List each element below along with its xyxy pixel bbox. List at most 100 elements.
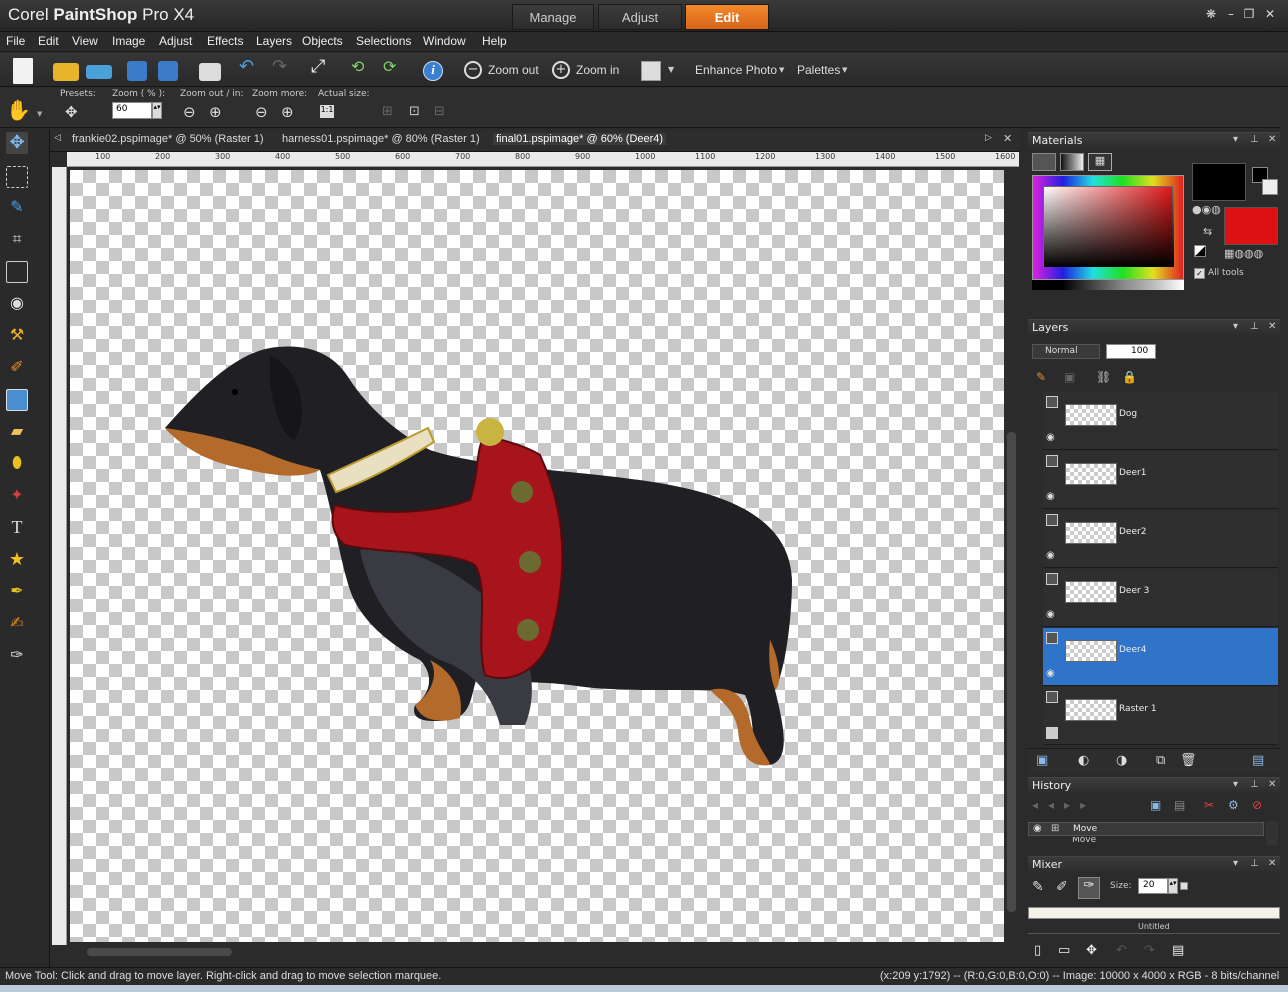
mixer-new-icon[interactable]: ▯	[1034, 943, 1041, 958]
grayscale-strip[interactable]	[1032, 280, 1184, 290]
history-snapshot-icon[interactable]: ▣	[1150, 798, 1161, 812]
zoom-input[interactable]: 60	[112, 102, 152, 119]
pen-tool-icon[interactable]: ✒	[6, 581, 28, 603]
tab-frankie02[interactable]: frankie02.pspimage* @ 50% (Raster 1)	[72, 133, 264, 145]
tab-manage[interactable]: Manage	[512, 4, 594, 30]
open-folder-icon[interactable]	[53, 63, 79, 81]
layer-row[interactable]: Deer1 ◉	[1043, 451, 1278, 509]
history-batch-icon[interactable]: ⚙	[1228, 798, 1239, 812]
mask-icon[interactable]: ◑	[1116, 753, 1127, 768]
settings-icon[interactable]: ❋	[1203, 7, 1219, 21]
eye-icon[interactable]: ◉	[1046, 550, 1055, 561]
palettes-menu[interactable]: Palettes	[797, 63, 840, 77]
picture-tube-icon[interactable]	[6, 389, 28, 411]
layer-row-selected[interactable]: Deer4 ◉	[1043, 628, 1278, 686]
color-replacer-icon[interactable]: ✦	[6, 485, 28, 507]
menu-selections[interactable]: Selections	[356, 34, 411, 48]
reset-colors-icon[interactable]	[1194, 245, 1206, 257]
mixer-size-dropdown[interactable]	[1180, 882, 1188, 890]
blend-mode-select[interactable]: Normal	[1032, 344, 1100, 359]
horizontal-scrollbar[interactable]	[67, 945, 1019, 959]
bg-style-icons[interactable]: ▦◍◍◍	[1224, 247, 1263, 260]
vertical-scroll-thumb[interactable]	[1007, 432, 1016, 912]
menu-adjust[interactable]: Adjust	[159, 34, 192, 48]
opacity-input[interactable]: 100	[1106, 344, 1156, 359]
link-icon[interactable]: ⛓	[1096, 370, 1111, 384]
selection-tool-icon[interactable]	[6, 166, 28, 188]
pan-tool-icon[interactable]: ✋	[6, 98, 31, 122]
history-delete-icon[interactable]: ⊘	[1252, 798, 1262, 812]
image-canvas[interactable]	[70, 170, 1004, 942]
layer-properties-icon[interactable]: ▤	[1252, 753, 1264, 768]
history-scrollbar[interactable]	[1266, 822, 1278, 846]
mixer-save-icon[interactable]: ▤	[1172, 943, 1184, 958]
redo-icon[interactable]: ↷	[272, 56, 287, 77]
tab-final01[interactable]: final01.pspimage* @ 60% (Deer4)	[493, 133, 667, 145]
rotate-right-icon[interactable]: ⟳	[383, 57, 396, 77]
tab-edit[interactable]: Edit	[685, 4, 769, 30]
history-item[interactable]: ◉ ⊞ Move	[1028, 822, 1264, 836]
text-tool-icon[interactable]: T	[6, 517, 28, 539]
eye-icon[interactable]: ◉	[1033, 823, 1042, 834]
restore-icon[interactable]: ❐	[1241, 7, 1257, 21]
scanner-icon[interactable]	[86, 65, 112, 79]
tab-harness01[interactable]: harness01.pspimage* @ 80% (Raster 1)	[282, 133, 480, 145]
swap-colors-icon[interactable]: ⇆	[1203, 225, 1212, 238]
layer-row[interactable]: Deer 3 ◉	[1043, 569, 1278, 627]
panel-menu-icon[interactable]: ▾	[1233, 134, 1238, 145]
all-tools-checkbox[interactable]: ✓	[1194, 268, 1205, 279]
menu-edit[interactable]: Edit	[38, 34, 59, 48]
close-document-icon[interactable]: ✕	[1003, 132, 1012, 145]
menu-help[interactable]: Help	[482, 34, 507, 48]
move-tool-icon[interactable]: ✥	[6, 132, 28, 154]
zoom-in-small-icon[interactable]: ⊕	[209, 103, 222, 121]
mixer-navigate-icon[interactable]: ✥	[1086, 943, 1097, 958]
foreground-swatch[interactable]	[1192, 163, 1246, 201]
background-swatch[interactable]	[1224, 207, 1278, 245]
close-icon[interactable]: ✕	[1268, 779, 1276, 790]
new-layer-icon[interactable]: ✎	[1036, 370, 1046, 384]
actual-size-icon[interactable]: 1:1	[320, 105, 334, 118]
close-icon[interactable]: ✕	[1262, 7, 1278, 21]
new-raster-layer-icon[interactable]: ▣	[1036, 753, 1048, 768]
fill-tool-icon[interactable]: ⬮	[6, 453, 28, 475]
mixer-open-icon[interactable]: ▭	[1058, 943, 1070, 958]
eye-icon[interactable]: ◉	[1046, 432, 1055, 443]
tab-frame-icon[interactable]	[1032, 153, 1056, 171]
lock-icon[interactable]: 🔒	[1122, 370, 1137, 384]
delete-layer-icon[interactable]: 🗑	[1180, 753, 1197, 768]
menu-view[interactable]: View	[72, 34, 98, 48]
dropper-tool-icon[interactable]: ✎	[6, 197, 28, 219]
paint-brush-icon[interactable]: ✐	[6, 357, 28, 379]
red-eye-tool-icon[interactable]: ◉	[6, 293, 28, 315]
zoom-in-button[interactable]: Zoom in	[576, 63, 619, 77]
close-icon[interactable]: ✕	[1268, 321, 1276, 332]
straighten-tool-icon[interactable]	[6, 261, 28, 283]
minimize-icon[interactable]: –	[1223, 7, 1239, 21]
layers-scrollbar[interactable]	[1030, 392, 1042, 754]
zoom-out-icon[interactable]: −	[464, 61, 482, 79]
pin-icon[interactable]: ⊥	[1250, 858, 1259, 869]
color-picker[interactable]	[1032, 175, 1184, 280]
menu-file[interactable]: File	[6, 34, 25, 48]
history-item[interactable]: Move	[1028, 837, 1264, 845]
zoom-more-out-icon[interactable]: ⊖	[255, 103, 268, 121]
chevron-down-icon[interactable]: ▼	[668, 65, 674, 74]
pin-icon[interactable]: ⊥	[1250, 779, 1259, 790]
undo-icon[interactable]: ↶	[239, 56, 254, 77]
new-file-icon[interactable]	[13, 58, 33, 84]
fit-icon[interactable]: ⊡	[409, 104, 420, 119]
presets-icon[interactable]: ✥	[65, 103, 78, 121]
mixer-knife-icon[interactable]: ✑	[1078, 877, 1100, 899]
zoom-more-in-icon[interactable]: ⊕	[281, 103, 294, 121]
panel-menu-icon[interactable]: ▾	[1233, 779, 1238, 790]
mixer-size-stepper[interactable]: ▴▾	[1168, 878, 1178, 894]
mixer-size-input[interactable]: 20	[1138, 878, 1168, 894]
eye-icon[interactable]: ◉	[1046, 609, 1055, 620]
saturation-box[interactable]	[1043, 186, 1174, 267]
info-icon[interactable]: i	[423, 61, 443, 81]
warp-brush-icon[interactable]: ✍	[6, 613, 28, 635]
tab-scroll-left-icon[interactable]: ◁	[54, 133, 61, 143]
menu-layers[interactable]: Layers	[256, 34, 292, 48]
save-as-icon[interactable]	[158, 61, 178, 81]
